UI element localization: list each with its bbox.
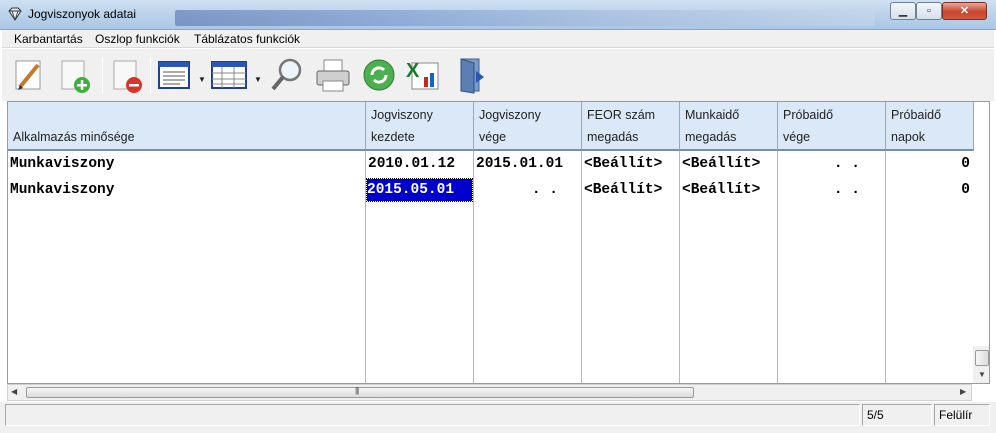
cell-jogviszony-vege[interactable]: 2015.01.01 bbox=[476, 153, 580, 175]
cell-probaido-napok[interactable]: 0 bbox=[888, 153, 970, 175]
record-counter: 5/5 bbox=[862, 404, 932, 426]
delete-record-icon[interactable] bbox=[108, 55, 146, 95]
cell-probaido-vege[interactable]: . . bbox=[780, 153, 860, 175]
column-divider bbox=[473, 151, 474, 383]
cell-alkalmazas[interactable]: Munkaviszony bbox=[10, 153, 360, 175]
edit-mode-indicator: Felülír bbox=[934, 404, 990, 426]
menu-oszlop-funkciok[interactable]: Oszlop funkciók bbox=[95, 32, 180, 46]
column-header-munkaido[interactable]: Munkaidő megadás bbox=[680, 102, 778, 151]
horizontal-scroll-thumb[interactable]: ||| bbox=[26, 386, 694, 398]
diamond-app-icon bbox=[8, 7, 22, 21]
column-header-jogviszony-vege[interactable]: Jogviszony vége bbox=[474, 102, 582, 151]
add-record-icon[interactable] bbox=[56, 55, 94, 95]
horizontal-scrollbar[interactable]: ◀ ||| ▶ bbox=[7, 384, 972, 401]
toolbar-separator bbox=[150, 57, 151, 93]
exit-door-icon[interactable] bbox=[452, 55, 490, 95]
cell-jogviszony-vege[interactable]: . . bbox=[476, 179, 558, 201]
vertical-scroll-thumb[interactable] bbox=[975, 350, 989, 366]
menu-tablazatos-funkciok[interactable]: Táblázatos funkciók bbox=[194, 32, 300, 46]
cell-feor[interactable]: <Beállít> bbox=[584, 179, 678, 201]
column-divider bbox=[777, 151, 778, 383]
cell-jogviszony-kezdete[interactable]: 2010.01.12 bbox=[368, 153, 472, 175]
column-header-feor[interactable]: FEOR szám megadás bbox=[582, 102, 680, 151]
scroll-right-arrow-icon[interactable]: ▶ bbox=[960, 387, 966, 396]
column-header-alkalmazas[interactable]: Alkalmazás minősége bbox=[8, 102, 366, 151]
cell-feor[interactable]: <Beállít> bbox=[584, 153, 678, 175]
scroll-grip-icon: ||| bbox=[355, 386, 359, 395]
cell-munkaido[interactable]: <Beállít> bbox=[682, 153, 776, 175]
background-window-blur bbox=[175, 10, 875, 26]
chevron-down-icon[interactable]: ▼ bbox=[198, 75, 206, 84]
cell-alkalmazas[interactable]: Munkaviszony bbox=[10, 179, 360, 201]
table-view-icon[interactable] bbox=[210, 55, 248, 95]
title-bar[interactable]: Jogviszonyok adatai ▁ ▫ ✕ bbox=[0, 0, 996, 30]
column-divider bbox=[581, 151, 582, 383]
cell-probaido-napok[interactable]: 0 bbox=[888, 179, 970, 201]
column-header-probaido-napok[interactable]: Próbaidő napok bbox=[886, 102, 974, 151]
menu-karbantartas[interactable]: Karbantartás bbox=[14, 32, 83, 46]
vertical-scrollbar[interactable]: ▼ bbox=[973, 346, 989, 383]
scroll-left-arrow-icon[interactable]: ◀ bbox=[11, 387, 17, 396]
refresh-icon[interactable] bbox=[360, 55, 398, 95]
status-bar: 5/5 Felülír bbox=[0, 402, 996, 433]
menu-bar: Karbantartás Oszlop funkciók Táblázatos … bbox=[2, 30, 994, 48]
column-divider bbox=[365, 151, 366, 383]
maximize-button[interactable]: ▫ bbox=[916, 2, 942, 20]
column-divider bbox=[679, 151, 680, 383]
window-title: Jogviszonyok adatai bbox=[28, 7, 137, 21]
column-divider bbox=[885, 151, 886, 383]
column-header-probaido-vege[interactable]: Próbaidő vége bbox=[778, 102, 886, 151]
toolbar-separator bbox=[102, 57, 103, 93]
edit-pencil-icon[interactable] bbox=[10, 55, 48, 95]
status-message-panel bbox=[5, 404, 860, 426]
cell-probaido-vege[interactable]: . . bbox=[780, 179, 860, 201]
scroll-down-arrow-icon[interactable]: ▼ bbox=[978, 370, 986, 379]
minimize-button[interactable]: ▁ bbox=[890, 2, 916, 20]
data-grid[interactable]: Alkalmazás minősége Jogviszony kezdete J… bbox=[7, 101, 990, 384]
chevron-down-icon[interactable]: ▼ bbox=[254, 75, 262, 84]
cell-jogviszony-kezdete-selected[interactable]: 2015.05.01 bbox=[366, 178, 473, 202]
search-magnifier-icon[interactable] bbox=[268, 55, 306, 95]
excel-export-icon[interactable]: X bbox=[404, 55, 442, 95]
print-icon[interactable] bbox=[314, 55, 352, 95]
close-button[interactable]: ✕ bbox=[942, 2, 987, 20]
form-view-icon[interactable] bbox=[156, 55, 194, 95]
column-header-jogviszony-kezdete[interactable]: Jogviszony kezdete bbox=[366, 102, 474, 151]
cell-munkaido[interactable]: <Beállít> bbox=[682, 179, 776, 201]
svg-text:X: X bbox=[406, 60, 420, 82]
toolbar: ▼ ▼ X bbox=[2, 49, 994, 101]
